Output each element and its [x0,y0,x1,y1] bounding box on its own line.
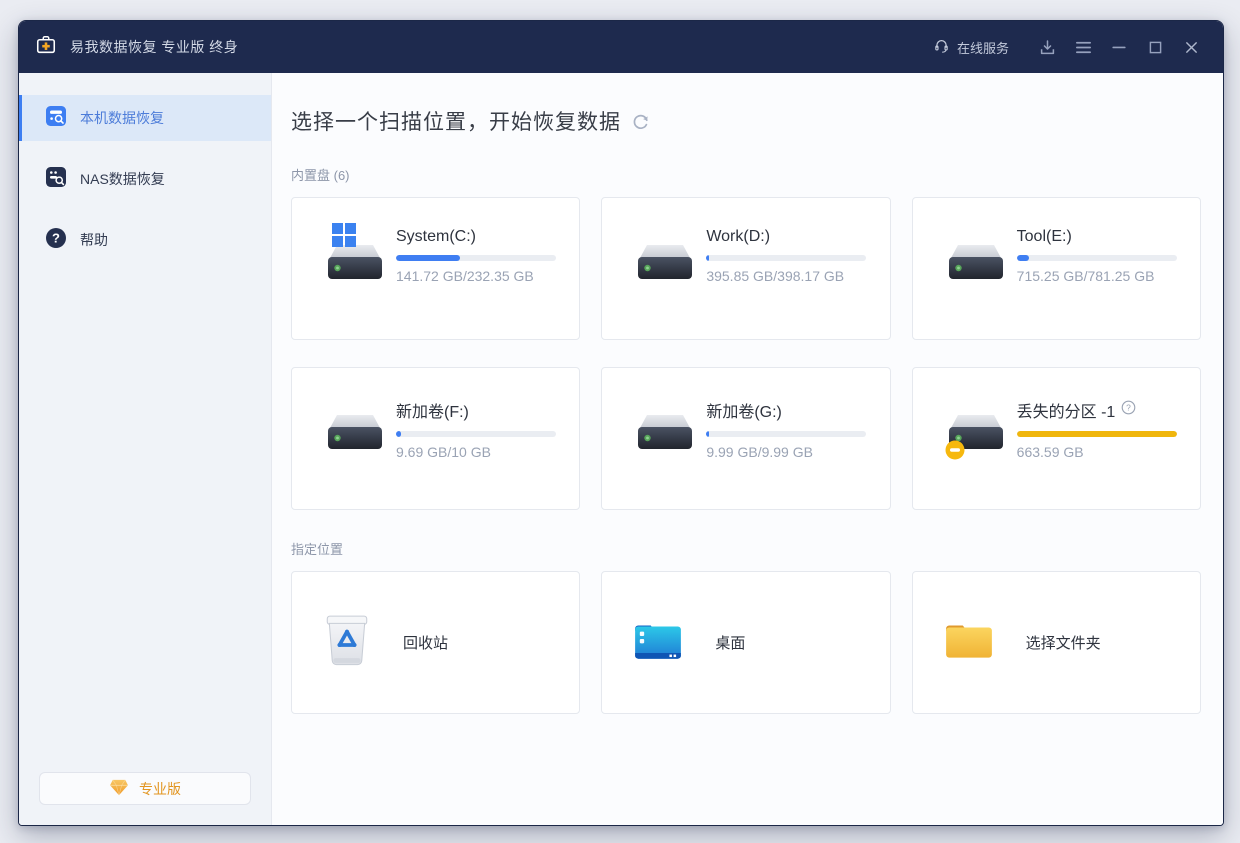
capacity-bar [396,255,556,261]
export-button[interactable] [1029,30,1065,64]
sidebar-item-label: NAS数据恢复 [80,169,165,189]
location-card-desktop[interactable]: 桌面 [601,571,890,714]
drive-card-tool-e[interactable]: Tool(E:) 715.25 GB/781.25 GB [912,197,1201,340]
sidebar: 本机数据恢复 NAS数据恢复 [19,73,272,825]
drive-card-new-volume-g[interactable]: 新加卷(G:) 9.99 GB/9.99 GB [601,367,890,510]
drive-name: Work(D:) [706,228,770,246]
drive-size: 9.99 GB/9.99 GB [706,444,866,460]
local-drive-search-icon [45,105,67,132]
location-label: 桌面 [715,632,745,653]
download-tray-icon [1038,38,1057,57]
internal-disk-grid: System(C:) 141.72 GB/232.35 GB Work(D:) … [291,197,1201,510]
main-panel: 选择一个扫描位置，开始恢复数据 内置盘 (6) [272,73,1223,825]
sidebar-item-local-recovery[interactable]: 本机数据恢复 [19,95,271,141]
sidebar-item-help[interactable]: ? 帮助 [19,217,271,263]
diamond-icon [109,779,129,799]
drive-card-work-d[interactable]: Work(D:) 395.85 GB/398.17 GB [601,197,890,340]
hard-drive-lost-icon [941,390,1011,467]
hard-drive-icon [630,390,700,467]
location-card-recycle-bin[interactable]: 回收站 [291,571,580,714]
capacity-bar [396,431,556,437]
titlebar: 易我数据恢复 专业版 终身 在线服务 [19,21,1223,73]
hard-drive-windows-icon [320,220,390,297]
headset-icon [933,37,950,57]
drive-size: 141.72 GB/232.35 GB [396,268,556,284]
help-outline-icon[interactable]: ? [1121,400,1136,420]
hard-drive-icon [941,220,1011,297]
drive-name: Tool(E:) [1017,228,1072,246]
yellow-folder-icon [943,619,995,666]
capacity-bar-fill [706,431,708,437]
drive-size: 715.25 GB/781.25 GB [1017,268,1177,284]
location-label: 选择文件夹 [1026,632,1101,653]
refresh-icon[interactable] [631,113,650,132]
capacity-bar-fill [706,255,708,261]
minimize-icon [1110,38,1128,56]
menu-button[interactable] [1065,30,1101,64]
location-label: 回收站 [403,632,448,653]
drive-size: 9.69 GB/10 GB [396,444,556,460]
online-service-button[interactable]: 在线服务 [933,37,1009,57]
app-window: 易我数据恢复 专业版 终身 在线服务 [18,20,1224,826]
section-label-locations: 指定位置 [291,539,1201,558]
drive-name: System(C:) [396,228,476,246]
location-card-choose-folder[interactable]: 选择文件夹 [912,571,1201,714]
capacity-bar-fill [396,255,460,261]
capacity-bar [1017,255,1177,261]
drive-name: 新加卷(G:) [706,398,782,422]
capacity-bar-fill [1017,255,1030,261]
drive-name: 丢失的分区 -1 [1017,398,1116,422]
drive-name: 新加卷(F:) [396,398,469,422]
maximize-button[interactable] [1137,30,1173,64]
page-title: 选择一个扫描位置，开始恢复数据 [291,106,621,136]
drive-card-lost-partition[interactable]: 丢失的分区 -1 ? 663.59 GB [912,367,1201,510]
drive-size: 663.59 GB [1017,444,1177,460]
hard-drive-icon [320,390,390,467]
svg-text:?: ? [52,230,60,245]
edition-label: 专业版 [139,779,181,799]
sidebar-item-label: 本机数据恢复 [80,108,164,128]
maximize-icon [1147,39,1164,56]
desktop-folder-icon [632,618,684,667]
close-button[interactable] [1173,30,1209,64]
sidebar-item-nas-recovery[interactable]: NAS数据恢复 [19,156,271,202]
svg-text:?: ? [1127,403,1132,413]
first-aid-kit-icon [35,34,57,61]
drive-size: 395.85 GB/398.17 GB [706,268,866,284]
online-service-label: 在线服务 [957,38,1009,57]
section-label-internal-disks: 内置盘 (6) [291,165,1201,184]
sidebar-item-label: 帮助 [80,230,108,250]
close-icon [1183,39,1200,56]
app-title: 易我数据恢复 专业版 终身 [70,37,238,57]
hard-drive-icon [630,220,700,297]
drive-card-system-c[interactable]: System(C:) 141.72 GB/232.35 GB [291,197,580,340]
capacity-bar-fill [396,431,401,437]
drive-card-new-volume-f[interactable]: 新加卷(F:) 9.69 GB/10 GB [291,367,580,510]
capacity-bar [1017,431,1177,437]
help-circle-icon: ? [45,227,67,254]
capacity-bar [706,431,866,437]
minimize-button[interactable] [1101,30,1137,64]
capacity-bar [706,255,866,261]
hamburger-menu-icon [1074,38,1093,57]
locations-grid: 回收站 桌面 [291,571,1201,714]
capacity-bar-fill [1017,431,1177,437]
recycle-bin-icon [322,613,372,672]
edition-badge-button[interactable]: 专业版 [39,772,251,805]
nas-server-search-icon [45,166,67,193]
